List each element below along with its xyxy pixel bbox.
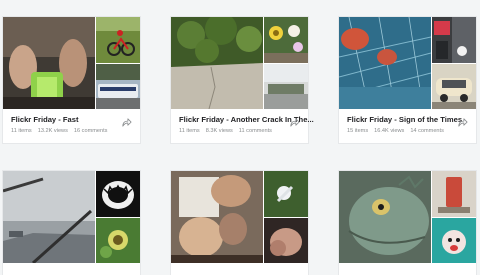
album-card-sign-of-the-times[interactable]: Flickr Friday - Sign of the Times 15 ite…	[339, 17, 476, 143]
album-view-count: 13.2K views	[37, 128, 68, 134]
album-cover-thumb-bottom	[432, 64, 476, 109]
album-stats: 11 items 8.3K views 11 comments	[179, 128, 278, 134]
album-comment-count: 11 comments	[238, 128, 272, 134]
album-cover-thumb-top	[432, 171, 476, 217]
album-title[interactable]: Flickr Friday - Fast	[11, 115, 79, 124]
album-card[interactable]	[171, 171, 308, 275]
album-cover-thumb-bottom	[432, 218, 476, 263]
album-item-count: 15 items	[347, 128, 369, 134]
album-comment-count: 16 comments	[73, 128, 108, 134]
album-cover-mosaic[interactable]	[3, 171, 140, 263]
album-cover-thumb-bottom	[96, 218, 140, 263]
album-cover-main-photo	[171, 17, 263, 109]
album-cover-thumb-top	[264, 171, 308, 217]
album-view-count: 16.4K views	[374, 128, 405, 134]
album-stats: 11 items 13.2K views 16 comments	[11, 128, 113, 134]
share-icon[interactable]	[457, 117, 468, 128]
album-cover-main-photo	[339, 17, 431, 109]
album-card[interactable]	[3, 171, 140, 275]
album-cover-mosaic[interactable]	[171, 17, 308, 109]
album-cover-thumb-top	[432, 17, 476, 63]
album-card-another-crack[interactable]: Flickr Friday - Another Crack In The... …	[171, 17, 314, 143]
album-cover-thumb-bottom	[264, 64, 308, 109]
album-meta: Flickr Friday - Fast 11 items 13.2K views…	[3, 109, 140, 143]
album-cover-mosaic[interactable]	[171, 171, 308, 263]
album-cover-main-photo	[171, 171, 263, 263]
album-card[interactable]	[339, 171, 476, 275]
album-cover-mosaic[interactable]	[3, 17, 140, 109]
album-cover-thumb-top	[96, 171, 140, 217]
album-cover-main-photo	[3, 171, 95, 263]
album-cover-mosaic[interactable]	[339, 171, 476, 263]
share-icon[interactable]	[289, 117, 300, 128]
album-card-fast[interactable]: Flickr Friday - Fast 11 items 13.2K views…	[3, 17, 140, 143]
album-stats: 15 items 16.4K views 14 comments	[347, 128, 450, 134]
album-cover-thumb-top	[96, 17, 140, 63]
album-cover-thumb-bottom	[264, 218, 308, 263]
album-cover-thumb-bottom	[96, 64, 140, 109]
album-cover-main-photo	[3, 17, 95, 109]
album-item-count: 11 items	[11, 128, 32, 134]
share-icon[interactable]	[121, 117, 132, 128]
album-meta: Flickr Friday - Sign of the Times 15 ite…	[339, 109, 476, 143]
album-view-count: 8.3K views	[205, 128, 233, 134]
album-meta: Flickr Friday - Another Crack In The... …	[171, 109, 314, 143]
album-comment-count: 14 comments	[410, 128, 444, 134]
album-cover-main-photo	[339, 171, 431, 263]
album-title[interactable]: Flickr Friday - Sign of the Times	[347, 115, 462, 124]
album-cover-thumb-top	[264, 17, 308, 63]
album-cover-mosaic[interactable]	[339, 17, 476, 109]
album-item-count: 11 items	[179, 128, 200, 134]
